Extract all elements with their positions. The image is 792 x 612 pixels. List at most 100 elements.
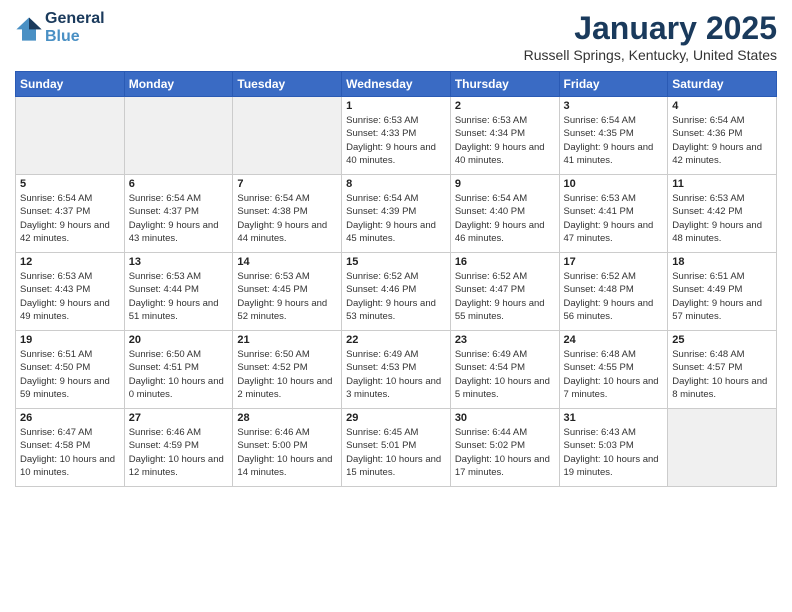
day-info: Sunrise: 6:45 AMSunset: 5:01 PMDaylight:… <box>346 426 446 479</box>
day-cell: 24 Sunrise: 6:48 AMSunset: 4:55 PMDayligh… <box>559 331 668 409</box>
day-info: Sunrise: 6:53 AMSunset: 4:44 PMDaylight:… <box>129 270 229 323</box>
day-info: Sunrise: 6:52 AMSunset: 4:47 PMDaylight:… <box>455 270 555 323</box>
day-number: 28 <box>237 412 337 424</box>
day-number: 7 <box>237 178 337 190</box>
day-info: Sunrise: 6:48 AMSunset: 4:55 PMDaylight:… <box>564 348 664 401</box>
day-info: Sunrise: 6:54 AMSunset: 4:38 PMDaylight:… <box>237 192 337 245</box>
day-number: 16 <box>455 256 555 268</box>
page: General Blue January 2025 Russell Spring… <box>0 0 792 497</box>
day-cell <box>124 97 233 175</box>
logo-general: General <box>45 10 105 28</box>
day-number: 31 <box>564 412 664 424</box>
day-cell: 11 Sunrise: 6:53 AMSunset: 4:42 PMDayligh… <box>668 175 777 253</box>
day-number: 25 <box>672 334 772 346</box>
week-row-0: 1 Sunrise: 6:53 AMSunset: 4:33 PMDaylight… <box>16 97 777 175</box>
day-info: Sunrise: 6:48 AMSunset: 4:57 PMDaylight:… <box>672 348 772 401</box>
day-cell: 8 Sunrise: 6:54 AMSunset: 4:39 PMDaylight… <box>342 175 451 253</box>
day-number: 9 <box>455 178 555 190</box>
day-number: 21 <box>237 334 337 346</box>
day-info: Sunrise: 6:50 AMSunset: 4:52 PMDaylight:… <box>237 348 337 401</box>
day-cell: 1 Sunrise: 6:53 AMSunset: 4:33 PMDaylight… <box>342 97 451 175</box>
day-info: Sunrise: 6:44 AMSunset: 5:02 PMDaylight:… <box>455 426 555 479</box>
day-cell: 25 Sunrise: 6:48 AMSunset: 4:57 PMDayligh… <box>668 331 777 409</box>
day-info: Sunrise: 6:54 AMSunset: 4:40 PMDaylight:… <box>455 192 555 245</box>
day-number: 17 <box>564 256 664 268</box>
day-cell: 10Sunrise: 6:53 AMSunset: 4:41 PMDayligh… <box>559 175 668 253</box>
day-cell: 15 Sunrise: 6:52 AMSunset: 4:46 PMDayligh… <box>342 253 451 331</box>
day-info: Sunrise: 6:50 AMSunset: 4:51 PMDaylight:… <box>129 348 229 401</box>
day-number: 19 <box>20 334 120 346</box>
day-cell: 5 Sunrise: 6:54 AMSunset: 4:37 PMDaylight… <box>16 175 125 253</box>
day-cell: 17 Sunrise: 6:52 AMSunset: 4:48 PMDayligh… <box>559 253 668 331</box>
day-number: 23 <box>455 334 555 346</box>
title-block: January 2025 Russell Springs, Kentucky, … <box>524 10 777 63</box>
day-number: 4 <box>672 100 772 112</box>
day-info: Sunrise: 6:51 AMSunset: 4:50 PMDaylight:… <box>20 348 120 401</box>
day-cell: 26 Sunrise: 6:47 AMSunset: 4:58 PMDayligh… <box>16 409 125 487</box>
header: General Blue January 2025 Russell Spring… <box>15 10 777 63</box>
day-number: 29 <box>346 412 446 424</box>
day-cell: 13 Sunrise: 6:53 AMSunset: 4:44 PMDayligh… <box>124 253 233 331</box>
day-cell: 30 Sunrise: 6:44 AMSunset: 5:02 PMDayligh… <box>450 409 559 487</box>
day-number: 5 <box>20 178 120 190</box>
day-number: 10 <box>564 178 664 190</box>
day-number: 8 <box>346 178 446 190</box>
day-number: 14 <box>237 256 337 268</box>
day-number: 6 <box>129 178 229 190</box>
day-number: 24 <box>564 334 664 346</box>
week-row-3: 19 Sunrise: 6:51 AMSunset: 4:50 PMDayligh… <box>16 331 777 409</box>
day-number: 11 <box>672 178 772 190</box>
day-cell: 3Sunrise: 6:54 AMSunset: 4:35 PMDaylight… <box>559 97 668 175</box>
day-cell: 9 Sunrise: 6:54 AMSunset: 4:40 PMDaylight… <box>450 175 559 253</box>
day-info: Sunrise: 6:49 AMSunset: 4:54 PMDaylight:… <box>455 348 555 401</box>
col-monday: Monday <box>124 72 233 97</box>
day-cell: 12 Sunrise: 6:53 AMSunset: 4:43 PMDayligh… <box>16 253 125 331</box>
day-info: Sunrise: 6:54 AMSunset: 4:35 PMDaylight:… <box>564 114 664 167</box>
day-info: Sunrise: 6:43 AMSunset: 5:03 PMDaylight:… <box>564 426 664 479</box>
day-cell: 31 Sunrise: 6:43 AMSunset: 5:03 PMDayligh… <box>559 409 668 487</box>
month-title: January 2025 <box>524 10 777 47</box>
day-info: Sunrise: 6:51 AMSunset: 4:49 PMDaylight:… <box>672 270 772 323</box>
day-number: 2 <box>455 100 555 112</box>
day-number: 20 <box>129 334 229 346</box>
day-number: 26 <box>20 412 120 424</box>
day-cell: 23 Sunrise: 6:49 AMSunset: 4:54 PMDayligh… <box>450 331 559 409</box>
col-thursday: Thursday <box>450 72 559 97</box>
col-sunday: Sunday <box>16 72 125 97</box>
day-cell: 4Sunrise: 6:54 AMSunset: 4:36 PMDaylight… <box>668 97 777 175</box>
day-cell: 18Sunrise: 6:51 AMSunset: 4:49 PMDayligh… <box>668 253 777 331</box>
logo-blue: Blue <box>45 28 105 46</box>
day-cell: 27 Sunrise: 6:46 AMSunset: 4:59 PMDayligh… <box>124 409 233 487</box>
col-wednesday: Wednesday <box>342 72 451 97</box>
day-cell: 14 Sunrise: 6:53 AMSunset: 4:45 PMDayligh… <box>233 253 342 331</box>
logo-icon <box>15 14 43 42</box>
day-info: Sunrise: 6:53 AMSunset: 4:45 PMDaylight:… <box>237 270 337 323</box>
day-number: 27 <box>129 412 229 424</box>
day-info: Sunrise: 6:46 AMSunset: 5:00 PMDaylight:… <box>237 426 337 479</box>
day-info: Sunrise: 6:52 AMSunset: 4:46 PMDaylight:… <box>346 270 446 323</box>
day-cell: 29 Sunrise: 6:45 AMSunset: 5:01 PMDayligh… <box>342 409 451 487</box>
day-info: Sunrise: 6:53 AMSunset: 4:43 PMDaylight:… <box>20 270 120 323</box>
day-info: Sunrise: 6:54 AMSunset: 4:37 PMDaylight:… <box>20 192 120 245</box>
day-info: Sunrise: 6:53 AMSunset: 4:42 PMDaylight:… <box>672 192 772 245</box>
location: Russell Springs, Kentucky, United States <box>524 47 777 63</box>
week-row-1: 5 Sunrise: 6:54 AMSunset: 4:37 PMDaylight… <box>16 175 777 253</box>
day-info: Sunrise: 6:46 AMSunset: 4:59 PMDaylight:… <box>129 426 229 479</box>
day-cell: 21 Sunrise: 6:50 AMSunset: 4:52 PMDayligh… <box>233 331 342 409</box>
day-info: Sunrise: 6:49 AMSunset: 4:53 PMDaylight:… <box>346 348 446 401</box>
day-cell: 2Sunrise: 6:53 AMSunset: 4:34 PMDaylight… <box>450 97 559 175</box>
day-number: 30 <box>455 412 555 424</box>
day-number: 15 <box>346 256 446 268</box>
day-number: 12 <box>20 256 120 268</box>
day-cell: 22Sunrise: 6:49 AMSunset: 4:53 PMDayligh… <box>342 331 451 409</box>
day-number: 13 <box>129 256 229 268</box>
day-cell: 28 Sunrise: 6:46 AMSunset: 5:00 PMDayligh… <box>233 409 342 487</box>
day-cell <box>16 97 125 175</box>
day-info: Sunrise: 6:47 AMSunset: 4:58 PMDaylight:… <box>20 426 120 479</box>
day-info: Sunrise: 6:52 AMSunset: 4:48 PMDaylight:… <box>564 270 664 323</box>
col-friday: Friday <box>559 72 668 97</box>
day-info: Sunrise: 6:54 AMSunset: 4:39 PMDaylight:… <box>346 192 446 245</box>
day-info: Sunrise: 6:53 AMSunset: 4:33 PMDaylight:… <box>346 114 446 167</box>
day-number: 1 <box>346 100 446 112</box>
header-row: Sunday Monday Tuesday Wednesday Thursday… <box>16 72 777 97</box>
